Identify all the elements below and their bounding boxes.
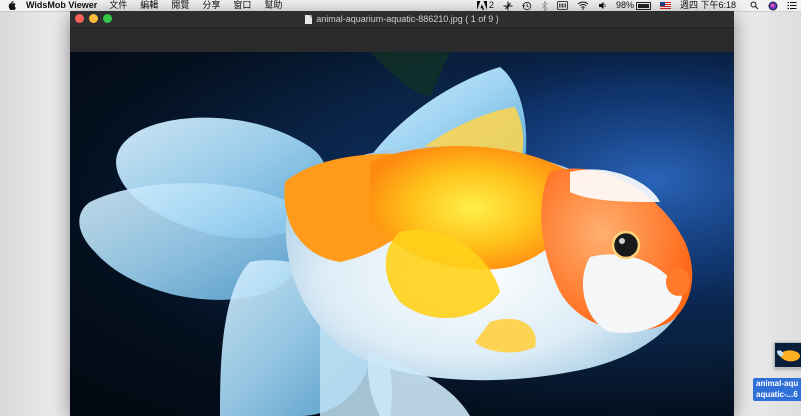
window-titlebar[interactable]: animal-aquarium-aquatic-886210.jpg ( 1 o… bbox=[70, 11, 734, 28]
minimize-button[interactable] bbox=[89, 14, 98, 23]
bluetooth-icon[interactable] bbox=[541, 0, 548, 11]
time-machine-icon[interactable] bbox=[522, 1, 532, 11]
zoom-button[interactable] bbox=[103, 14, 112, 23]
menu-extras-icon[interactable] bbox=[557, 1, 568, 10]
window-toolbar bbox=[70, 28, 734, 52]
menu-help[interactable]: 幫助 bbox=[264, 0, 282, 11]
menu-file[interactable]: 文件 bbox=[109, 0, 127, 11]
adobe-cc-status[interactable]: 2 bbox=[476, 0, 494, 11]
adobe-icon bbox=[476, 1, 487, 10]
battery-status[interactable]: 98% bbox=[616, 0, 651, 11]
viewer-window: animal-aquarium-aquatic-886210.jpg ( 1 o… bbox=[70, 11, 734, 416]
pinwheel-icon[interactable] bbox=[503, 1, 513, 11]
desktop-file-label-line2: aquatic-...6 bbox=[756, 390, 798, 399]
notification-center-icon[interactable] bbox=[787, 1, 797, 10]
battery-icon bbox=[635, 1, 651, 10]
window-title: animal-aquarium-aquatic-886210.jpg ( 1 o… bbox=[316, 14, 499, 24]
desktop-file-label[interactable]: animal-aqu aquatic-...6 bbox=[753, 378, 801, 401]
input-source-flag-icon[interactable] bbox=[659, 2, 671, 9]
battery-percent: 98% bbox=[615, 0, 634, 10]
apple-menu-icon[interactable] bbox=[8, 1, 16, 10]
siri-icon[interactable] bbox=[768, 1, 778, 11]
menu-share[interactable]: 分享 bbox=[202, 0, 220, 11]
wifi-icon[interactable] bbox=[577, 1, 589, 10]
adobe-badge-count: 2 bbox=[488, 0, 494, 10]
menu-edit[interactable]: 編輯 bbox=[140, 0, 158, 11]
menubar-clock[interactable]: 週四 下午6:18 bbox=[680, 0, 736, 11]
spotlight-search-icon[interactable] bbox=[750, 1, 759, 10]
close-button[interactable] bbox=[75, 14, 84, 23]
document-icon bbox=[305, 14, 313, 24]
menu-window[interactable]: 窗口 bbox=[233, 0, 251, 11]
volume-icon[interactable] bbox=[598, 1, 607, 10]
desktop-file-label-line1: animal-aqu bbox=[756, 379, 799, 388]
menu-view[interactable]: 閱覽 bbox=[171, 0, 189, 11]
goldfish-photo[interactable] bbox=[70, 52, 734, 416]
desktop-file-thumbnail[interactable] bbox=[774, 342, 801, 368]
app-name-menu[interactable]: WidsMob Viewer bbox=[26, 0, 97, 11]
